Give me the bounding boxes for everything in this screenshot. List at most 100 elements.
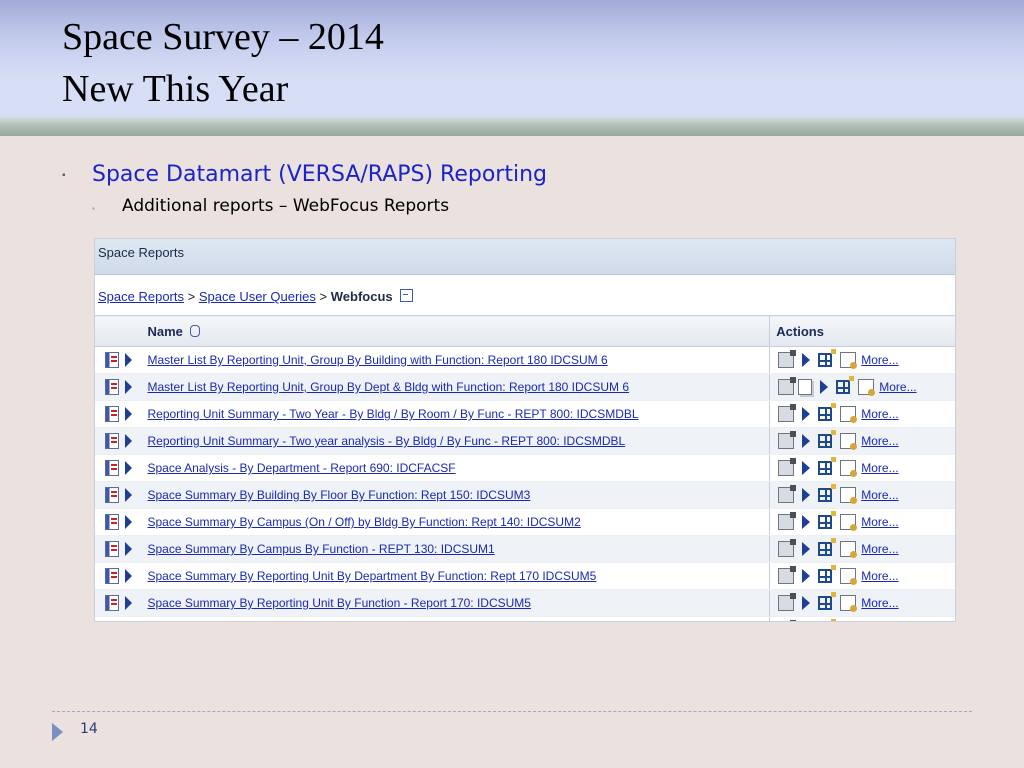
run-icon[interactable]: [802, 542, 811, 556]
sort-icon[interactable]: [189, 324, 200, 337]
bullet-marker: ▪: [62, 170, 66, 181]
column-header-actions: Actions: [769, 315, 955, 347]
new-window-icon[interactable]: [818, 538, 837, 556]
expand-arrow-icon[interactable]: [125, 569, 132, 583]
panel-title: Space Reports: [95, 239, 955, 275]
run-icon[interactable]: [820, 380, 829, 394]
breadcrumb-current: Webfocus: [330, 289, 393, 304]
reports-table: Name Actions Master List By Reporting Un…: [95, 315, 955, 621]
expand-arrow-icon[interactable]: [125, 407, 132, 421]
table-row: Reporting Unit Summary - Two year analys…: [95, 427, 955, 455]
properties-icon[interactable]: [778, 566, 797, 584]
properties-icon[interactable]: [778, 404, 797, 422]
report-link[interactable]: Master List By Reporting Unit, Group By …: [141, 380, 629, 394]
expand-arrow-icon[interactable]: [125, 596, 132, 610]
properties-icon[interactable]: [778, 431, 797, 449]
schedule-icon[interactable]: [840, 568, 858, 585]
footer-arrow-icon: [52, 723, 63, 741]
schedule-icon[interactable]: [840, 487, 858, 504]
table-row: Master List By Reporting Unit, Group By …: [95, 346, 955, 374]
more-link[interactable]: More...: [861, 515, 898, 529]
bullet-level1: Space Datamart (VERSA/RAPS) Reporting: [92, 162, 547, 187]
run-icon[interactable]: [802, 488, 811, 502]
expand-arrow-icon[interactable]: [125, 488, 132, 502]
report-icon: [105, 406, 119, 422]
table-row: Space Summary By Campus (On / Off) by Bl…: [95, 508, 955, 536]
new-window-icon[interactable]: [818, 511, 837, 529]
report-link[interactable]: Space Summary By Building By Floor By Fu…: [141, 488, 530, 502]
more-link[interactable]: More...: [861, 461, 898, 475]
report-icon: [105, 460, 119, 476]
report-icon: [105, 379, 119, 395]
schedule-icon[interactable]: [840, 460, 858, 477]
breadcrumb-space-reports[interactable]: Space Reports: [98, 289, 184, 304]
more-link[interactable]: More...: [861, 542, 898, 556]
properties-icon[interactable]: [778, 458, 797, 476]
more-link[interactable]: More...: [861, 407, 898, 421]
run-icon[interactable]: [802, 461, 811, 475]
report-link[interactable]: Space Summary By Campus (On / Off) by Bl…: [141, 515, 580, 529]
report-link[interactable]: Space Summary By Campus By Function - RE…: [141, 542, 494, 556]
new-window-icon[interactable]: [818, 484, 837, 502]
bullet-level2: Additional reports – WebFocus Reports: [122, 196, 450, 216]
run-icon[interactable]: [802, 353, 811, 367]
export-icon[interactable]: [400, 289, 414, 302]
page-number: 14: [80, 721, 98, 737]
run-icon[interactable]: [802, 515, 811, 529]
slide-subtitle: New This Year: [62, 68, 289, 110]
expand-arrow-icon[interactable]: [125, 434, 132, 448]
report-link[interactable]: Space Summary By Reporting Unit By Funct…: [141, 596, 530, 610]
more-link[interactable]: More...: [861, 434, 898, 448]
column-header-name[interactable]: Name: [140, 315, 770, 347]
report-link[interactable]: Master List By Reporting Unit, Group By …: [141, 353, 607, 367]
report-link[interactable]: Space Analysis - By Department - Report …: [141, 461, 455, 475]
run-icon[interactable]: [802, 434, 811, 448]
more-link[interactable]: More...: [879, 380, 916, 394]
schedule-icon[interactable]: [858, 379, 876, 396]
properties-icon[interactable]: [778, 350, 797, 368]
schedule-icon[interactable]: [840, 433, 858, 450]
new-window-icon[interactable]: [818, 349, 837, 367]
more-link[interactable]: More...: [861, 596, 898, 610]
properties-icon[interactable]: [778, 377, 797, 395]
new-window-icon[interactable]: [818, 565, 837, 583]
new-window-icon[interactable]: [836, 376, 855, 394]
schedule-icon[interactable]: [840, 595, 858, 612]
report-link[interactable]: Reporting Unit Summary - Two year analys…: [141, 434, 625, 448]
copy-icon[interactable]: [798, 379, 813, 395]
schedule-icon[interactable]: [840, 352, 858, 369]
report-icon: [105, 514, 119, 530]
report-icon: [105, 487, 119, 503]
expand-arrow-icon[interactable]: [125, 353, 132, 367]
new-window-icon[interactable]: [818, 592, 837, 610]
report-link[interactable]: Space Summary By Reporting Unit By Depar…: [141, 569, 596, 583]
new-window-icon[interactable]: [818, 430, 837, 448]
report-link[interactable]: Reporting Unit Summary - Two Year - By B…: [141, 407, 638, 421]
breadcrumb: Space Reports > Space User Queries > Web…: [95, 275, 955, 315]
report-icon: [105, 541, 119, 557]
more-link[interactable]: More...: [861, 353, 898, 367]
report-icon: [105, 433, 119, 449]
properties-icon[interactable]: [778, 593, 797, 611]
table-row: Master List By Reporting Unit, Group By …: [95, 373, 955, 401]
breadcrumb-space-user-queries[interactable]: Space User Queries: [199, 289, 316, 304]
schedule-icon[interactable]: [840, 541, 858, 558]
properties-icon[interactable]: [778, 485, 797, 503]
schedule-icon[interactable]: [840, 514, 858, 531]
properties-icon[interactable]: [778, 512, 797, 530]
new-window-icon[interactable]: [818, 403, 837, 421]
run-icon[interactable]: [802, 596, 811, 610]
properties-icon[interactable]: [778, 539, 797, 557]
expand-arrow-icon[interactable]: [125, 461, 132, 475]
table-row: Space Summary By Building By Floor By Fu…: [95, 481, 955, 509]
run-icon[interactable]: [802, 569, 811, 583]
run-icon[interactable]: [802, 407, 811, 421]
expand-arrow-icon[interactable]: [125, 542, 132, 556]
reports-screenshot: Space Reports Space Reports > Space User…: [94, 238, 956, 622]
expand-arrow-icon[interactable]: [125, 515, 132, 529]
new-window-icon[interactable]: [818, 457, 837, 475]
more-link[interactable]: More...: [861, 488, 898, 502]
schedule-icon[interactable]: [840, 406, 858, 423]
expand-arrow-icon[interactable]: [125, 380, 132, 394]
more-link[interactable]: More...: [861, 569, 898, 583]
